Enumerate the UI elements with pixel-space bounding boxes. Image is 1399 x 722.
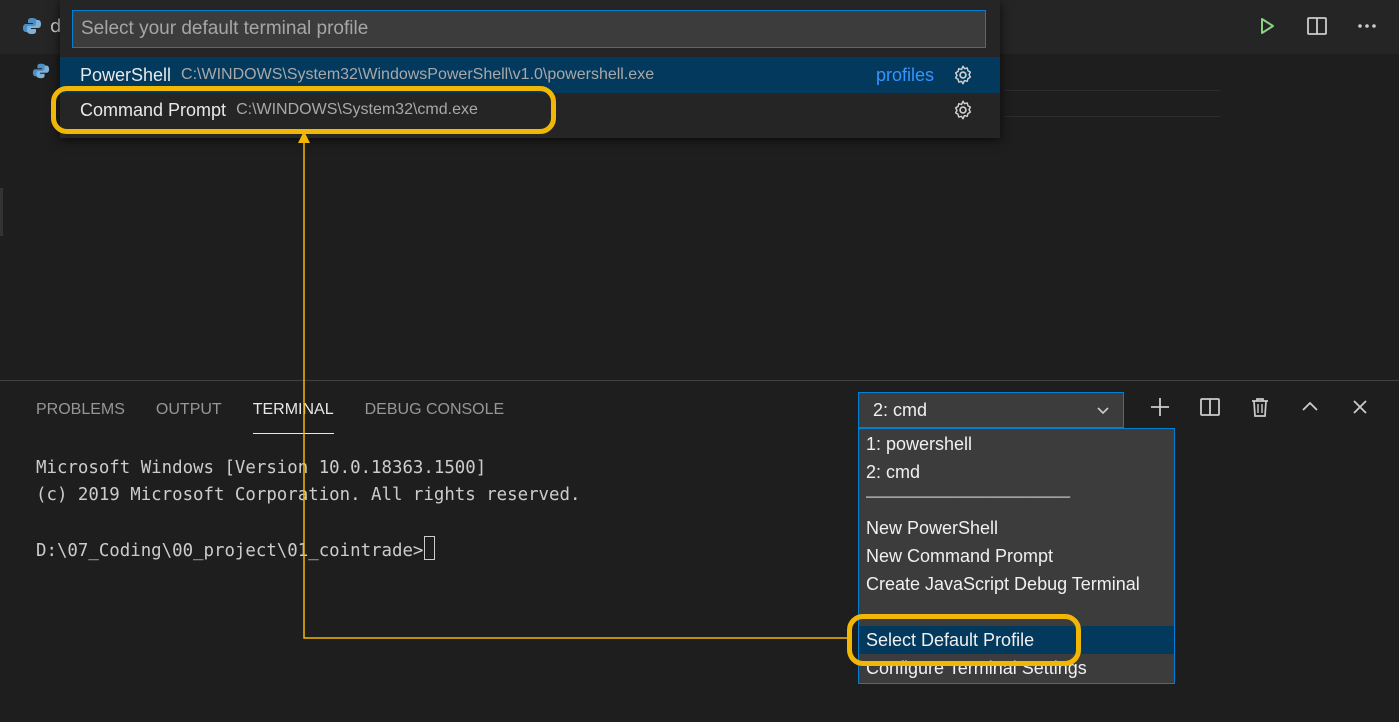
chevron-down-icon — [1097, 407, 1109, 415]
editor-actions — [1255, 14, 1379, 38]
split-editor-icon[interactable] — [1305, 14, 1329, 38]
terminal-line: (c) 2019 Microsoft Corporation. All righ… — [36, 485, 581, 505]
more-actions-icon[interactable] — [1355, 14, 1379, 38]
terminal-prompt: D:\07_Coding\00_project\01_cointrade> — [36, 541, 424, 561]
quick-pick-item-label: PowerShell — [80, 64, 172, 85]
dropdown-item-new-powershell[interactable]: New PowerShell — [859, 514, 1174, 542]
new-terminal-icon[interactable] — [1148, 395, 1172, 419]
terminal-panel: PROBLEMS OUTPUT TERMINAL DEBUG CONSOLE 2… — [0, 380, 1399, 722]
terminal-output[interactable]: Microsoft Windows [Version 10.0.18363.15… — [36, 455, 580, 563]
dropdown-separator: ────────────────── — [866, 489, 1071, 506]
quick-pick-item-detail: C:\WINDOWS\System32\WindowsPowerShell\v1… — [181, 66, 655, 83]
quick-pick-input[interactable] — [72, 10, 986, 48]
terminal-select[interactable]: 2: cmd — [858, 392, 1124, 428]
kill-terminal-icon[interactable] — [1248, 395, 1272, 419]
highlight-command-prompt — [51, 86, 556, 134]
tab-problems[interactable]: PROBLEMS — [36, 399, 125, 433]
profiles-link[interactable]: profiles — [876, 65, 934, 86]
highlight-select-default-profile — [847, 614, 1081, 666]
dropdown-item-new-command-prompt[interactable]: New Command Prompt — [859, 542, 1174, 570]
terminal-select-value: 2: cmd — [873, 399, 928, 420]
dropdown-item-create-js-debug-terminal[interactable]: Create JavaScript Debug Terminal — [859, 570, 1174, 598]
editor-guide-line — [1005, 90, 1220, 91]
gear-icon[interactable] — [952, 99, 974, 121]
run-icon[interactable] — [1255, 14, 1279, 38]
tab-output[interactable]: OUTPUT — [156, 399, 222, 433]
panel-tab-bar: PROBLEMS OUTPUT TERMINAL DEBUG CONSOLE — [36, 399, 504, 434]
panel-actions — [1148, 395, 1372, 419]
tab-debug-console[interactable]: DEBUG CONSOLE — [365, 399, 505, 433]
gear-icon[interactable] — [952, 64, 974, 86]
terminal-prompt-line: D:\07_Coding\00_project\01_cointrade> — [36, 536, 580, 563]
breadcrumb-python-icon — [32, 63, 50, 79]
split-terminal-icon[interactable] — [1198, 395, 1222, 419]
editor-guide-line — [1005, 116, 1220, 117]
gutter-marker — [0, 188, 3, 236]
python-file-icon — [23, 18, 41, 34]
maximize-panel-icon[interactable] — [1298, 395, 1322, 419]
terminal-line: Microsoft Windows [Version 10.0.18363.15… — [36, 458, 487, 478]
dropdown-item-powershell[interactable]: 1: powershell — [859, 430, 1174, 458]
dropdown-item-cmd[interactable]: 2: cmd — [859, 458, 1174, 486]
close-panel-icon[interactable] — [1348, 395, 1372, 419]
terminal-cursor — [424, 536, 436, 560]
tab-terminal[interactable]: TERMINAL — [252, 399, 334, 434]
